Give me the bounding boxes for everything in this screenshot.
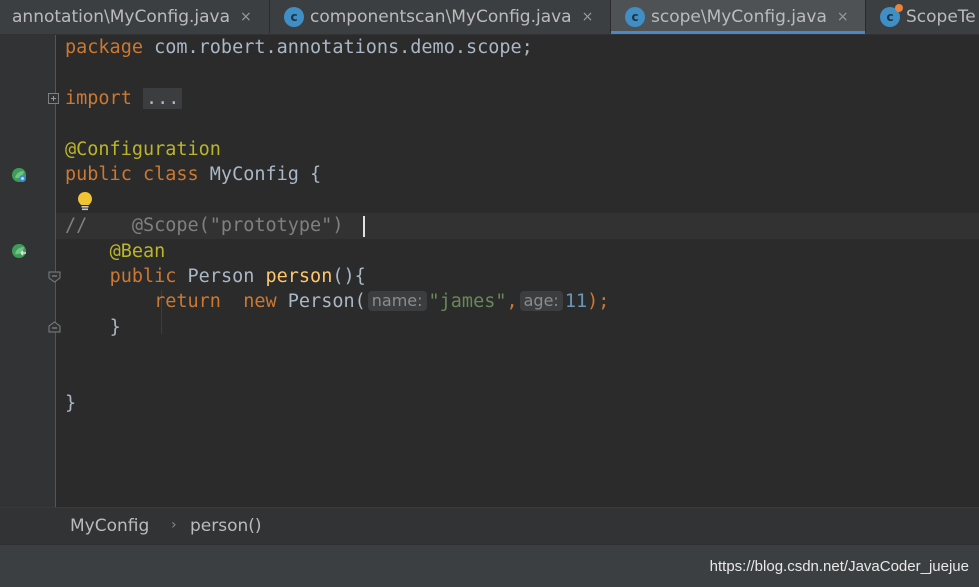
tab-annotation-myconfig[interactable]: annotation\MyConfig.java × — [0, 0, 270, 33]
text-cursor — [363, 216, 365, 237]
tab-label: scope\MyConfig.java — [651, 6, 827, 27]
code-line-configuration: @Configuration — [65, 139, 221, 160]
java-test-class-icon: c — [880, 3, 903, 27]
code-line-method-close: } — [109, 317, 121, 338]
code-line-import: import ... — [65, 86, 183, 112]
breadcrumb: MyConfig › person() — [0, 507, 979, 544]
code-editor[interactable]: package com.robert.annotations.demo.scop… — [56, 35, 979, 507]
code-line-return: return new Person(name: "james", age: 11); — [154, 291, 610, 312]
breadcrumb-separator: › — [171, 517, 177, 533]
close-icon[interactable]: × — [837, 9, 849, 25]
tab-componentscan-myconfig[interactable]: c componentscan\MyConfig.java × — [270, 0, 611, 33]
code-line-bean: @Bean — [109, 241, 166, 262]
param-hint-name: name: — [367, 291, 427, 311]
java-class-icon: c — [284, 6, 304, 27]
breadcrumb-class[interactable]: MyConfig — [70, 516, 149, 536]
param-hint-age: age: — [519, 291, 563, 311]
tab-label: annotation\MyConfig.java — [12, 6, 231, 27]
tab-label: ScopeTe — [906, 6, 976, 27]
watermark-text: https://blog.csdn.net/JavaCoder_juejue — [709, 558, 969, 575]
code-line-scope-comment: // @Scope("prototype") — [65, 215, 344, 236]
tab-scope-myconfig[interactable]: c scope\MyConfig.java × — [611, 0, 866, 34]
tab-scopetest[interactable]: c ScopeTe — [866, 0, 979, 33]
breadcrumb-method[interactable]: person() — [190, 516, 262, 536]
close-icon[interactable]: × — [240, 9, 252, 25]
editor-tab-bar: annotation\MyConfig.java × c componentsc… — [0, 0, 979, 35]
code-line-method-decl: public Person person(){ — [109, 266, 366, 287]
spring-bean-icon[interactable] — [11, 243, 27, 259]
code-line-class-decl: public class MyConfig { — [65, 164, 322, 185]
java-class-icon: c — [625, 6, 645, 27]
status-bar: https://blog.csdn.net/JavaCoder_juejue — [0, 544, 979, 587]
code-line-package: package com.robert.annotations.demo.scop… — [65, 37, 533, 58]
tab-label: componentscan\MyConfig.java — [310, 6, 572, 27]
lightbulb-icon[interactable] — [75, 191, 95, 211]
code-line-class-close: } — [65, 393, 77, 414]
folded-imports[interactable]: ... — [142, 88, 183, 109]
editor-gutter — [0, 35, 55, 507]
spring-bean-config-icon[interactable] — [11, 167, 27, 183]
close-icon[interactable]: × — [582, 9, 594, 25]
